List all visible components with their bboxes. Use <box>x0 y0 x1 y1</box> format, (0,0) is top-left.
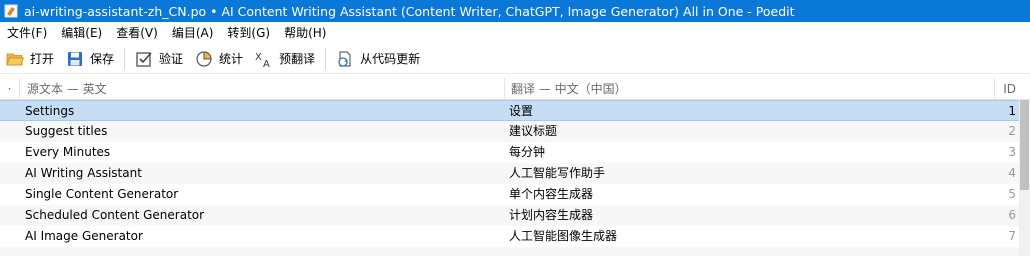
svg-text:X: X <box>255 52 262 63</box>
vertical-scrollbar[interactable] <box>1019 100 1030 256</box>
row-translation: 建议标题 <box>509 124 558 138</box>
row-source: AI Writing Assistant <box>25 166 142 180</box>
menu-goto[interactable]: 转到(G) <box>220 22 277 44</box>
header-marker[interactable]: · <box>0 78 20 100</box>
table-row[interactable]: AI Image Generator 人工智能图像生成器 7 <box>0 226 1019 247</box>
svg-text:A: A <box>263 59 270 68</box>
row-source: Scheduled Content Generator <box>25 208 205 222</box>
menu-bar: 文件(F) 编辑(E) 查看(V) 编目(A) 转到(G) 帮助(H) <box>0 22 1030 44</box>
menu-view[interactable]: 查看(V) <box>109 22 165 44</box>
row-source: Suggest titles <box>25 124 108 138</box>
open-button[interactable]: 打开 <box>0 44 60 74</box>
row-id: 2 <box>1008 124 1016 138</box>
toolbar: 打开 保存 验证 统计 X A 预翻译 从代码更新 <box>0 44 1030 74</box>
statistics-button[interactable]: 统计 <box>189 44 249 74</box>
refresh-document-icon <box>336 50 354 68</box>
toolbar-separator <box>124 47 126 70</box>
menu-file[interactable]: 文件(F) <box>0 22 54 44</box>
row-translation: 每分钟 <box>509 145 546 159</box>
pretranslate-label: 预翻译 <box>279 52 316 66</box>
row-translation: 设置 <box>509 104 534 118</box>
checkbox-icon <box>135 50 153 68</box>
table-row[interactable]: Scheduled Content Generator 计划内容生成器 6 <box>0 205 1019 226</box>
save-label: 保存 <box>90 52 115 66</box>
table-row-partial[interactable] <box>0 247 1019 256</box>
save-button[interactable]: 保存 <box>60 44 120 74</box>
table-row[interactable]: Suggest titles 建议标题 2 <box>0 121 1019 142</box>
menu-edit[interactable]: 编辑(E) <box>54 22 109 44</box>
translate-icon: X A <box>255 50 273 70</box>
folder-icon <box>6 50 25 68</box>
statistics-label: 统计 <box>219 52 244 66</box>
header-translation[interactable]: 翻译 — 中文（中国） <box>505 78 995 100</box>
row-translation: 人工智能图像生成器 <box>509 229 618 243</box>
window-title: ai-writing-assistant-zh_CN.po • AI Conte… <box>24 3 795 19</box>
menu-catalog[interactable]: 编目(A) <box>165 22 221 44</box>
row-source: Every Minutes <box>25 145 111 159</box>
poedit-icon <box>4 4 18 18</box>
row-id: 3 <box>1008 145 1016 159</box>
open-label: 打开 <box>30 52 55 66</box>
translation-list: · 源文本 — 英文 翻译 — 中文（中国） ID Settings 设置 1 … <box>0 78 1030 256</box>
update-from-code-label: 从代码更新 <box>360 52 421 66</box>
table-row[interactable]: AI Writing Assistant 人工智能写作助手 4 <box>0 163 1019 184</box>
table-row[interactable]: Single Content Generator 单个内容生成器 5 <box>0 184 1019 205</box>
toolbar-separator <box>325 47 327 70</box>
row-translation: 人工智能写作助手 <box>509 166 606 180</box>
menu-help[interactable]: 帮助(H) <box>277 22 333 44</box>
row-id: 7 <box>1008 229 1016 243</box>
title-bar: ai-writing-assistant-zh_CN.po • AI Conte… <box>0 0 1030 22</box>
row-translation: 计划内容生成器 <box>509 208 594 222</box>
row-translation: 单个内容生成器 <box>509 187 594 201</box>
row-source: Settings <box>25 104 75 118</box>
validate-button[interactable]: 验证 <box>129 44 189 74</box>
row-source: Single Content Generator <box>25 187 179 201</box>
header-source[interactable]: 源文本 — 英文 <box>20 78 505 100</box>
update-from-code-button[interactable]: 从代码更新 <box>330 44 426 74</box>
scrollbar-thumb[interactable] <box>1020 100 1029 190</box>
table-row[interactable]: Every Minutes 每分钟 3 <box>0 142 1019 163</box>
row-id: 5 <box>1008 187 1016 201</box>
row-id: 6 <box>1008 208 1016 222</box>
validate-label: 验证 <box>159 52 184 66</box>
save-icon <box>66 50 84 68</box>
pie-chart-icon <box>195 50 213 68</box>
header-id[interactable]: ID <box>995 78 1019 100</box>
row-source: AI Image Generator <box>25 229 143 243</box>
table-row[interactable]: Settings 设置 1 <box>0 100 1019 121</box>
pretranslate-button[interactable]: X A 预翻译 <box>249 44 321 74</box>
list-header: · 源文本 — 英文 翻译 — 中文（中国） ID <box>0 78 1030 100</box>
rows-container: Settings 设置 1 Suggest titles 建议标题 2 Ever… <box>0 100 1019 256</box>
row-id: 4 <box>1008 166 1016 180</box>
row-id: 1 <box>1008 104 1016 118</box>
